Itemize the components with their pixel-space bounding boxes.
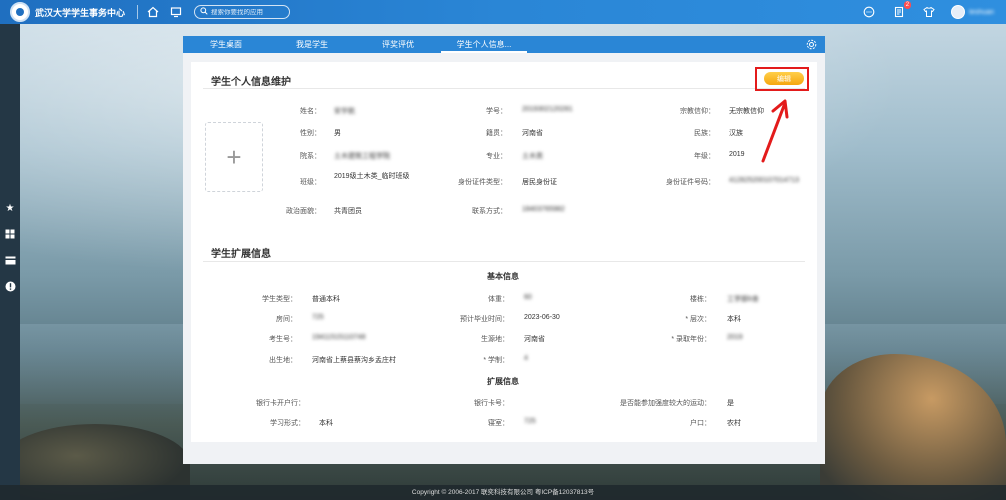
label-id-type: 身份证件类型：	[458, 179, 507, 186]
card-icon[interactable]	[2, 252, 18, 268]
section-title-extended: 学生扩展信息	[211, 249, 271, 260]
value-class: 2019级土木类_临时班级	[334, 173, 410, 180]
value-native: 河南省	[522, 130, 543, 137]
label-major: 专业：	[486, 153, 507, 160]
label-enroll-year: * 录取年份：	[671, 336, 711, 343]
edit-button[interactable]: 编辑	[764, 72, 804, 85]
shirt-icon[interactable]	[921, 4, 937, 20]
label-weight: 体重：	[488, 296, 509, 303]
value-gender: 男	[334, 130, 341, 137]
label-political: 政治面貌：	[286, 208, 321, 215]
subsection-basic-info: 基本信息	[487, 272, 519, 281]
value-dorm: 725	[312, 314, 324, 321]
value-dorm2: 725	[524, 418, 536, 425]
label-bank-branch: 银行卡开户行：	[256, 400, 305, 407]
tab-awards[interactable]: 评奖评优	[355, 36, 441, 53]
username[interactable]: teshuan	[969, 9, 994, 16]
value-grade: 2019	[729, 151, 745, 158]
left-rail: ★	[0, 24, 20, 500]
label-exam-no: 考生号：	[269, 336, 297, 343]
value-id-no: 412825200107014713	[729, 177, 800, 184]
value-phone: 18403765982	[522, 206, 565, 213]
label-sports: 是否能参加强度较大的运动：	[620, 400, 711, 407]
tab-personal-info[interactable]: 学生个人信息...	[441, 36, 527, 53]
divider	[203, 88, 805, 89]
value-level: 本科	[727, 316, 741, 323]
university-logo	[10, 2, 30, 22]
value-grad-time: 2023-06-30	[524, 314, 560, 321]
value-name: 安宇航	[334, 108, 355, 115]
search-input[interactable]	[211, 8, 292, 16]
label-bank-card: 银行卡号：	[474, 400, 509, 407]
value-student-type: 普通本科	[312, 296, 340, 303]
topbar-actions: 2 teshuan	[847, 1, 1006, 20]
label-ethnic: 民族：	[694, 130, 715, 137]
value-study-form: 本科	[319, 420, 333, 427]
tab-bar: 学生桌面 我是学生 评奖评优 学生个人信息...	[183, 36, 825, 53]
value-exam-no: 19411515110748	[312, 334, 366, 341]
label-dorm2: 寝室：	[488, 420, 509, 427]
value-id-type: 居民身份证	[522, 179, 557, 186]
top-bar: 武汉大学学生事务中心 2 teshuan	[0, 0, 1006, 24]
label-student-id: 学号：	[486, 108, 507, 115]
value-political: 共青团员	[334, 208, 362, 215]
main-panel: 学生桌面 我是学生 评奖评优 学生个人信息... 学生个人信息维护 编辑 + 姓…	[183, 36, 825, 464]
label-native: 籍贯：	[486, 130, 507, 137]
alert-icon[interactable]	[2, 278, 18, 294]
search-box[interactable]	[194, 5, 292, 19]
value-birthplace: 河南省上蔡县蔡沟乡孟庄村	[312, 357, 396, 364]
value-building: 工学部6舍	[727, 296, 759, 303]
divider	[137, 5, 139, 19]
label-grade: 年级：	[694, 153, 715, 160]
notification-icon[interactable]: 2	[891, 1, 912, 20]
annotation-arrow-icon	[761, 99, 789, 163]
value-student-id: 2019302120281	[522, 106, 573, 113]
value-hukou: 农村	[727, 420, 741, 427]
notification-badge: 2	[903, 1, 912, 9]
photo-upload[interactable]: +	[205, 122, 263, 192]
label-study-form: 学习形式：	[270, 420, 305, 427]
grid-icon[interactable]	[2, 226, 18, 242]
tab-i-am-student[interactable]: 我是学生	[269, 36, 355, 53]
gear-icon[interactable]	[806, 39, 817, 53]
value-dept: 土木建筑工程学院	[334, 153, 390, 160]
home-icon[interactable]	[145, 4, 161, 20]
info-card: 学生个人信息维护 编辑 + 姓名： 安宇航 性别： 男 院系： 土木建筑工程学院…	[191, 62, 817, 442]
monitor-icon[interactable]	[168, 4, 184, 20]
value-ethnic: 汉族	[729, 130, 743, 137]
plus-icon: +	[226, 141, 242, 172]
label-id-no: 身份证件号码：	[666, 179, 715, 186]
label-student-type: 学生类型：	[262, 296, 297, 303]
value-origin: 河南省	[524, 336, 545, 343]
star-icon[interactable]: ★	[2, 200, 18, 216]
divider	[203, 261, 805, 262]
label-level: * 层次：	[685, 316, 711, 323]
value-weight: 60	[524, 294, 532, 301]
avatar[interactable]	[951, 5, 966, 19]
value-major: 土木类	[522, 153, 543, 160]
label-hukou: 户口：	[690, 420, 711, 427]
app-title: 武汉大学学生事务中心	[35, 7, 126, 18]
label-birthplace: 出生地：	[269, 357, 297, 364]
label-origin: 生源地：	[481, 336, 509, 343]
label-dorm: 房间：	[276, 316, 297, 323]
label-dept: 院系：	[300, 153, 321, 160]
value-years: 4	[524, 355, 528, 362]
label-gender: 性别：	[300, 130, 321, 137]
subsection-extended-info: 扩展信息	[487, 377, 519, 386]
footer-copyright: Copyright © 2006-2017 联奕科技有限公司 粤ICP备1203…	[0, 485, 1006, 500]
label-grad-time: 预计毕业时间：	[460, 316, 509, 323]
label-phone: 联系方式：	[472, 208, 507, 215]
label-name: 姓名：	[300, 108, 321, 115]
chat-icon[interactable]	[861, 4, 877, 20]
section-title-basic: 学生个人信息维护	[211, 77, 291, 88]
label-years: * 学制：	[483, 357, 509, 364]
value-enroll-year: 2019	[727, 334, 743, 341]
value-sports: 是	[727, 400, 734, 407]
tab-student-desktop[interactable]: 学生桌面	[183, 36, 269, 53]
label-building: 楼栋：	[690, 296, 711, 303]
search-icon	[200, 7, 208, 17]
label-religion: 宗教信仰：	[680, 108, 715, 115]
label-class: 班级：	[300, 179, 321, 186]
